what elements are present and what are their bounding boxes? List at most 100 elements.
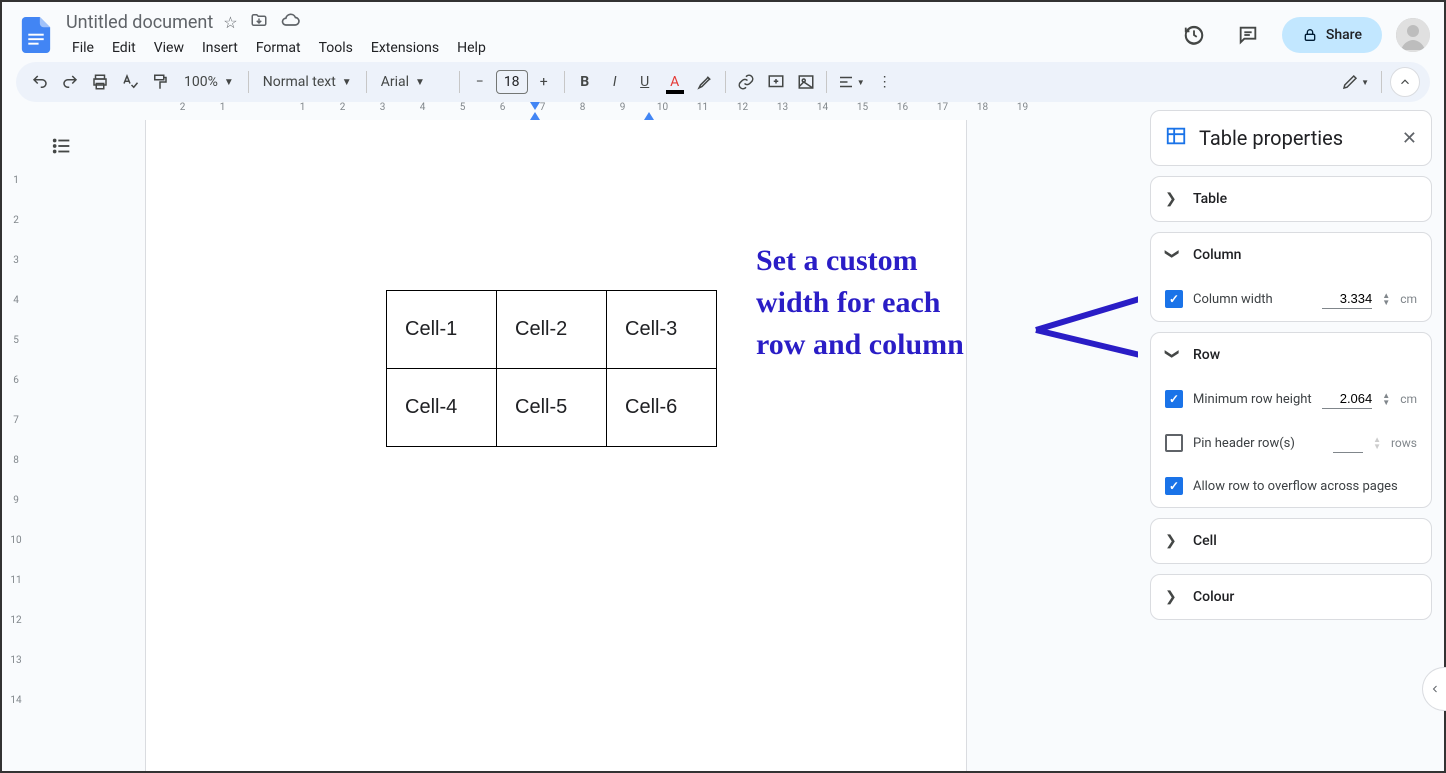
spellcheck-button[interactable] <box>116 68 144 96</box>
indent-marker[interactable] <box>530 102 540 110</box>
ruler-tick: 1 <box>202 102 242 113</box>
star-icon[interactable]: ☆ <box>223 13 237 32</box>
vertical-ruler[interactable]: 1 2 3 4 5 6 7 8 9 10 11 12 13 14 <box>2 120 30 771</box>
document-page[interactable]: Cell-1 Cell-2 Cell-3 Cell-4 Cell-5 Cell-… <box>146 120 966 771</box>
move-icon[interactable] <box>250 11 268 33</box>
table-row[interactable]: Cell-1 Cell-2 Cell-3 <box>387 291 717 369</box>
column-width-stepper[interactable]: ▲▼ <box>1382 292 1390 306</box>
separator <box>826 71 827 93</box>
document-table[interactable]: Cell-1 Cell-2 Cell-3 Cell-4 Cell-5 Cell-… <box>386 290 717 447</box>
ruler-tick: 6 <box>2 360 30 400</box>
print-button[interactable] <box>86 68 114 96</box>
docs-logo[interactable] <box>16 15 56 55</box>
app-header: Untitled document ☆ File Edit View Inser… <box>2 2 1444 62</box>
font-select[interactable]: Arial▼ <box>373 74 453 90</box>
pin-header-checkbox[interactable] <box>1165 434 1183 452</box>
separator <box>564 71 565 93</box>
style-select[interactable]: Normal text▼ <box>255 74 360 90</box>
insert-image-button[interactable] <box>792 68 820 96</box>
title-row: Untitled document ☆ <box>62 10 1168 34</box>
table-cell[interactable]: Cell-1 <box>387 291 497 369</box>
min-row-height-label: Minimum row height <box>1193 392 1312 407</box>
section-cell-label: Cell <box>1193 533 1217 549</box>
overflow-checkbox[interactable]: ✓ <box>1165 477 1183 495</box>
toolbar: 100%▼ Normal text▼ Arial▼ − 18 + B I U A… <box>16 62 1430 102</box>
section-colour-header[interactable]: ❯ Colour <box>1151 575 1431 619</box>
section-colour-label: Colour <box>1193 589 1234 605</box>
section-row: ❯ Row ✓ Minimum row height ▲▼ cm Pin hea… <box>1150 332 1432 508</box>
indent-marker[interactable] <box>644 112 654 120</box>
text-color-button[interactable]: A <box>661 68 689 96</box>
toolbar-right: ▼ <box>1337 67 1420 97</box>
table-cell[interactable]: Cell-6 <box>607 369 717 447</box>
ruler-tick: 13 <box>2 640 30 680</box>
outline-toggle-button[interactable] <box>46 130 78 162</box>
document-scroll[interactable]: 1 2 3 4 5 6 7 8 9 10 11 12 13 14 <box>2 120 1138 771</box>
doc-title[interactable]: Untitled document <box>66 12 213 33</box>
section-column-label: Column <box>1193 247 1241 263</box>
table-cell[interactable]: Cell-3 <box>607 291 717 369</box>
section-table-label: Table <box>1193 191 1227 207</box>
section-row-header[interactable]: ❯ Row <box>1151 333 1431 377</box>
min-row-height-input[interactable] <box>1322 389 1372 409</box>
table-cell[interactable]: Cell-2 <box>497 291 607 369</box>
highlight-button[interactable] <box>691 68 719 96</box>
font-size-decrease[interactable]: − <box>466 68 494 96</box>
comments-icon[interactable] <box>1228 15 1268 55</box>
ruler-tick <box>242 102 282 113</box>
column-width-input[interactable] <box>1322 289 1372 309</box>
font-size-input[interactable]: 18 <box>496 70 528 94</box>
menu-extensions[interactable]: Extensions <box>363 36 447 60</box>
section-table-header[interactable]: ❯ Table <box>1151 177 1431 221</box>
chevron-right-icon: ❯ <box>1165 533 1179 549</box>
editing-mode-button[interactable]: ▼ <box>1337 68 1373 96</box>
paint-format-button[interactable] <box>146 68 174 96</box>
caret-icon: ▼ <box>224 77 234 88</box>
insert-link-button[interactable] <box>732 68 760 96</box>
separator <box>248 71 249 93</box>
menu-help[interactable]: Help <box>449 36 494 60</box>
ruler-tick: 15 <box>842 102 882 113</box>
ruler-tick: 2 <box>322 102 362 113</box>
share-button[interactable]: Share <box>1282 17 1382 53</box>
redo-button[interactable] <box>56 68 84 96</box>
section-cell-header[interactable]: ❯ Cell <box>1151 519 1431 563</box>
close-icon[interactable]: ✕ <box>1402 128 1417 149</box>
table-cell[interactable]: Cell-5 <box>497 369 607 447</box>
separator <box>725 71 726 93</box>
collapse-toolbar-button[interactable] <box>1390 67 1420 97</box>
menu-edit[interactable]: Edit <box>104 36 144 60</box>
table-cell[interactable]: Cell-4 <box>387 369 497 447</box>
zoom-select[interactable]: 100%▼ <box>176 74 242 90</box>
min-row-height-stepper[interactable]: ▲▼ <box>1382 392 1390 406</box>
ruler-tick: 14 <box>2 680 30 720</box>
menu-insert[interactable]: Insert <box>194 36 246 60</box>
ruler-tick: 5 <box>2 320 30 360</box>
min-row-height-checkbox[interactable]: ✓ <box>1165 390 1183 408</box>
chevron-down-icon: ❯ <box>1164 348 1180 362</box>
pin-header-input <box>1333 433 1363 453</box>
indent-marker[interactable] <box>530 112 540 120</box>
column-width-checkbox[interactable]: ✓ <box>1165 290 1183 308</box>
menu-file[interactable]: File <box>64 36 102 60</box>
cloud-status-icon[interactable] <box>280 10 300 34</box>
menu-view[interactable]: View <box>146 36 192 60</box>
add-comment-button[interactable] <box>762 68 790 96</box>
italic-button[interactable]: I <box>601 68 629 96</box>
table-row[interactable]: Cell-4 Cell-5 Cell-6 <box>387 369 717 447</box>
align-button[interactable]: ▼ <box>833 68 869 96</box>
section-colour: ❯ Colour <box>1150 574 1432 620</box>
horizontal-ruler[interactable]: 2 1 1 2 3 4 5 6 7 8 9 10 11 12 13 14 15 … <box>32 102 1138 120</box>
undo-button[interactable] <box>26 68 54 96</box>
side-panel-expand-button[interactable] <box>1422 667 1446 711</box>
menu-format[interactable]: Format <box>248 36 309 60</box>
font-size-increase[interactable]: + <box>530 68 558 96</box>
section-column-header[interactable]: ❯ Column <box>1151 233 1431 277</box>
more-button[interactable]: ⋮ <box>871 68 899 96</box>
bold-button[interactable]: B <box>571 68 599 96</box>
avatar[interactable] <box>1396 18 1430 52</box>
menu-tools[interactable]: Tools <box>311 36 361 60</box>
underline-button[interactable]: U <box>631 68 659 96</box>
last-edit-icon[interactable] <box>1174 15 1214 55</box>
section-table: ❯ Table <box>1150 176 1432 222</box>
